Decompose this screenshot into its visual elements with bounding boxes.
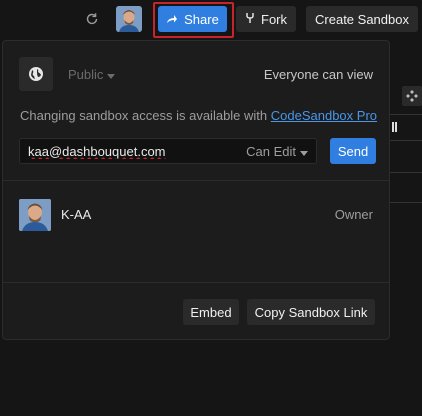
share-button-label: Share xyxy=(184,11,219,27)
copy-sandbox-link-button[interactable]: Copy Sandbox Link xyxy=(247,299,375,325)
privacy-value: Public xyxy=(68,67,104,82)
top-bar: Share Fork Create Sandbox xyxy=(0,0,422,38)
upgrade-notice-text: Changing sandbox access is available wit… xyxy=(20,108,271,123)
share-arrow-icon xyxy=(166,12,178,27)
email-input[interactable] xyxy=(28,139,238,163)
background-panel-icon xyxy=(402,86,422,106)
privacy-select[interactable]: Public xyxy=(68,67,116,82)
upgrade-link[interactable]: CodeSandbox Pro xyxy=(271,108,377,123)
upgrade-notice: Changing sandbox access is available wit… xyxy=(20,108,377,123)
send-button[interactable]: Send xyxy=(330,138,376,164)
background-divider xyxy=(390,140,422,141)
user-avatar[interactable] xyxy=(116,6,142,32)
share-popover: Public Everyone can view Changing sandbo… xyxy=(2,40,390,340)
background-divider xyxy=(390,114,422,115)
permission-select[interactable]: Can Edit xyxy=(246,144,308,159)
audience-text: Everyone can view xyxy=(263,67,373,82)
refresh-icon[interactable] xyxy=(83,10,101,28)
share-button[interactable]: Share xyxy=(158,6,227,32)
embed-button[interactable]: Embed xyxy=(183,299,239,325)
divider xyxy=(3,282,389,283)
fork-button[interactable]: Fork xyxy=(236,6,296,32)
chevron-down-icon xyxy=(107,67,116,82)
permission-value: Can Edit xyxy=(246,144,296,159)
member-role: Owner xyxy=(334,207,373,222)
globe-icon xyxy=(19,57,53,91)
member-name: K-AA xyxy=(61,207,92,222)
fork-button-label: Fork xyxy=(261,11,287,27)
divider xyxy=(3,180,389,181)
background-divider xyxy=(390,202,422,203)
invite-email-field[interactable]: Can Edit xyxy=(19,138,317,164)
background-pause-icon xyxy=(392,122,397,132)
chevron-down-icon xyxy=(300,144,308,159)
member-avatar xyxy=(19,199,51,231)
background-divider xyxy=(390,172,422,173)
create-sandbox-button[interactable]: Create Sandbox xyxy=(306,6,418,32)
fork-icon xyxy=(245,12,255,27)
